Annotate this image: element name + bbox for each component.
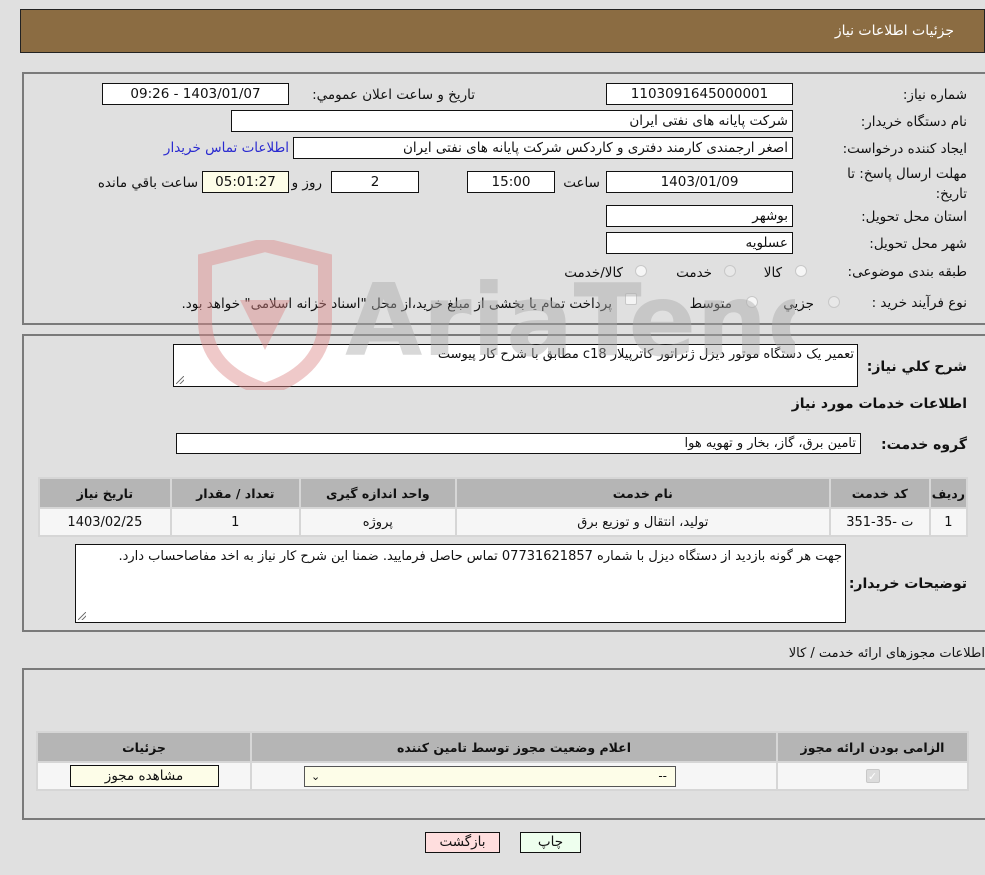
permits-table: الزامی بودن ارائه مجوز اعلام وضعيت مجوز … [36, 731, 969, 791]
table-row: 1 ت -35-351 توليد، انتقال و توزيع برق پر… [40, 509, 966, 535]
buyer-notes-textarea[interactable]: جهت هر گونه بازدید از دستگاه دیزل با شما… [75, 544, 846, 623]
cell-service-name: توليد، انتقال و توزيع برق [456, 509, 829, 535]
city-field: عسلویه [606, 232, 793, 254]
services-table: رديف کد خدمت نام خدمت واحد اندازه گيری ت… [38, 477, 968, 537]
remaining-time-field: 05:01:27 [202, 171, 289, 193]
cell-quantity: 1 [171, 509, 299, 535]
category-option-goods: کالا [763, 265, 782, 281]
remaining-days-field: 2 [331, 171, 419, 193]
deadline-time-field: 15:00 [467, 171, 555, 193]
service-group-field: تامين برق، گاز، بخار و تهويه هوا [176, 433, 861, 454]
back-button[interactable]: بازگشت [425, 832, 500, 853]
province-label: استان محل تحويل: [861, 209, 967, 225]
services-table-header: رديف کد خدمت نام خدمت واحد اندازه گيری ت… [40, 479, 966, 507]
service-group-label: گروه خدمت: [881, 437, 967, 453]
permits-section-title: اطلاعات مجوزهای ارائه خدمت / کالا [788, 646, 985, 661]
requester-field: اصغر ارجمندی کارمند دفتری و کاردکس شرکت … [293, 137, 793, 159]
view-permit-button[interactable]: مشاهده مجوز [69, 765, 219, 787]
buyer-notes-label: توضيحات خريدار: [848, 576, 967, 592]
permit-status-value: -- [658, 768, 667, 783]
col-header-permit-details: جزئيات [38, 733, 250, 761]
purchase-type-option-medium: متوسط [689, 296, 732, 312]
announce-datetime-label: تاريخ و ساعت اعلان عمومي: [312, 87, 475, 103]
category-radio-goods[interactable] [795, 265, 807, 277]
permit-status-select[interactable]: -- ⌄ [304, 765, 676, 787]
city-label: شهر محل تحويل: [869, 236, 967, 252]
requester-label: ايجاد کننده درخواست: [842, 141, 967, 157]
purchase-type-radio-minor[interactable] [828, 296, 840, 308]
description-text: تعمیر یک دستگاه موتور دیزل ژنراتور کاترپ… [437, 347, 854, 362]
treasury-checkbox[interactable] [625, 293, 637, 305]
purchase-type-radio-medium[interactable] [746, 296, 758, 308]
deadline-date-field: 1403/01/09 [606, 171, 793, 193]
col-header-service-name: نام خدمت [456, 479, 829, 507]
col-header-permit-status: اعلام وضعيت مجوز توسط تامين کننده [252, 733, 776, 761]
resize-grip-icon[interactable] [78, 612, 86, 620]
print-button[interactable]: چاپ [520, 832, 581, 853]
purchase-type-label: نوع فرآيند خريد : [871, 295, 967, 311]
cell-unit: پروژه [300, 509, 455, 535]
permit-required-checkbox[interactable]: ✓ [865, 768, 880, 783]
treasury-checkbox-label: پرداخت تمام يا بخشی از مبلغ خريد،از محل … [181, 296, 612, 312]
category-radio-service[interactable] [724, 265, 736, 277]
category-radio-goods-service[interactable] [635, 265, 647, 277]
cell-row-number: 1 [930, 509, 966, 535]
need-number-label: شماره نياز: [902, 87, 967, 103]
cell-need-date: 1403/02/25 [40, 509, 170, 535]
buyer-notes-text: جهت هر گونه بازدید از دستگاه دیزل با شما… [118, 549, 842, 564]
permits-table-header: الزامی بودن ارائه مجوز اعلام وضعيت مجوز … [38, 733, 967, 761]
need-number-field: 1103091645000001 [606, 83, 793, 105]
category-option-service: خدمت [676, 265, 712, 281]
days-label: روز و [291, 175, 322, 191]
buyer-org-field: شرکت پایانه های نفتی ایران [231, 110, 793, 132]
category-label: طبقه بندی موضوعی: [847, 264, 967, 280]
purchase-type-option-minor: جزيي [783, 296, 814, 312]
resize-grip-icon[interactable] [176, 376, 184, 384]
page-header: جزئيات اطلاعات نياز [20, 9, 985, 53]
remaining-time-label: ساعت باقي مانده [97, 175, 198, 191]
services-section-title: اطلاعات خدمات مورد نياز [791, 396, 967, 412]
announce-datetime-field: 1403/01/07 - 09:26 [102, 83, 289, 105]
col-header-unit: واحد اندازه گيری [300, 479, 455, 507]
buyer-contact-link[interactable]: اطلاعات تماس خريدار [164, 140, 289, 156]
cell-service-code: ت -35-351 [830, 509, 929, 535]
deadline-time-label: ساعت [563, 175, 600, 191]
col-header-permit-required: الزامی بودن ارائه مجوز [778, 733, 967, 761]
deadline-label: مهلت ارسال پاسخ: تا تاريخ: [847, 166, 967, 202]
col-header-service-code: کد خدمت [830, 479, 929, 507]
buyer-org-label: نام دستگاه خريدار: [860, 114, 967, 130]
description-textarea[interactable]: تعمیر یک دستگاه موتور دیزل ژنراتور کاترپ… [173, 344, 858, 387]
table-row: ✓ -- ⌄ مشاهده مجوز [38, 763, 967, 789]
col-header-quantity: تعداد / مقدار [171, 479, 299, 507]
col-header-need-date: تاريخ نياز [40, 479, 170, 507]
category-option-goods-service: کالا/خدمت [564, 265, 623, 281]
chevron-down-icon: ⌄ [311, 769, 321, 783]
province-field: بوشهر [606, 205, 793, 227]
description-label: شرح کلي نياز: [866, 359, 967, 375]
col-header-row-number: رديف [930, 479, 966, 507]
page-title: جزئيات اطلاعات نياز [834, 23, 954, 39]
